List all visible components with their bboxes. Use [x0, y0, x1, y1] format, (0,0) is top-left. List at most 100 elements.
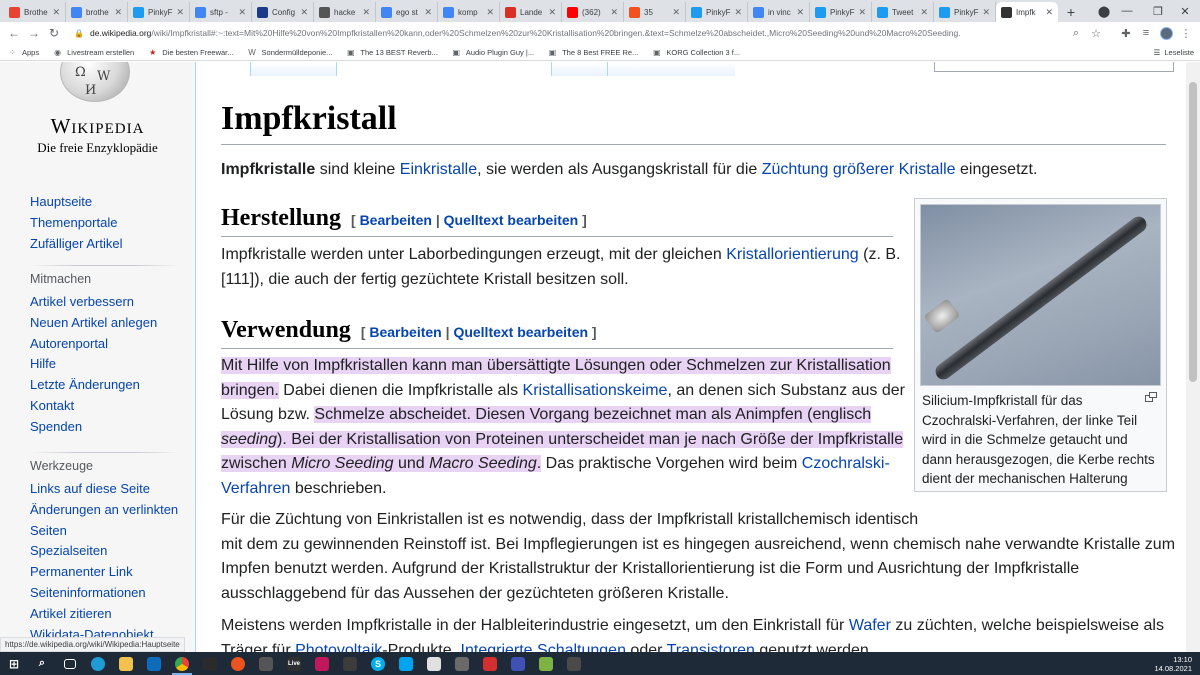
- taskbar-app-icon[interactable]: [336, 652, 364, 675]
- bookmark-item[interactable]: W Sondermülldeponie...: [248, 48, 332, 57]
- edit-source-link[interactable]: Quelltext bearbeiten: [444, 212, 579, 228]
- bookmark-item[interactable]: ▣ KORG Collection 3 f...: [652, 48, 740, 57]
- nav-werkzeuge-link[interactable]: Permanenter Link: [30, 562, 195, 583]
- tab-read[interactable]: [551, 62, 607, 76]
- tab-close-icon[interactable]: ✕: [486, 7, 494, 18]
- browser-tab[interactable]: Tweet ✕: [872, 2, 934, 22]
- taskbar-app-icon[interactable]: [420, 652, 448, 675]
- profile-avatar[interactable]: [1156, 24, 1176, 42]
- browser-tab[interactable]: Impfk ✕: [996, 2, 1058, 22]
- nav-werkzeuge-link[interactable]: Spezialseiten: [30, 541, 195, 562]
- browser-tab[interactable]: ego st ✕: [376, 2, 438, 22]
- nav-mitmachen-link[interactable]: Neuen Artikel anlegen: [30, 313, 157, 334]
- page-scrollbar[interactable]: [1186, 62, 1200, 652]
- edit-section-link[interactable]: Bearbeiten: [360, 212, 432, 228]
- browser-tab[interactable]: sftp - ✕: [190, 2, 252, 22]
- link-czochralski-verfahren[interactable]: Verfahren: [221, 480, 290, 497]
- taskbar-search-icon[interactable]: ⌕: [28, 652, 56, 675]
- taskbar-app-icon[interactable]: [504, 652, 532, 675]
- tab-close-icon[interactable]: ✕: [238, 7, 246, 18]
- taskbar-mail-icon[interactable]: [140, 652, 168, 675]
- taskbar-app-icon[interactable]: [252, 652, 280, 675]
- forward-button[interactable]: →: [24, 24, 44, 42]
- link-photovoltaik[interactable]: Photovoltaik: [295, 642, 382, 653]
- browser-tab[interactable]: PinkyF ✕: [810, 2, 872, 22]
- link-einkristalle[interactable]: Einkristalle: [400, 161, 477, 178]
- tab-close-icon[interactable]: ✕: [858, 7, 866, 18]
- taskbar-app-icon[interactable]: [392, 652, 420, 675]
- tab-close-icon[interactable]: ✕: [424, 7, 432, 18]
- taskbar-app-icon[interactable]: [448, 652, 476, 675]
- taskbar-app-icon[interactable]: Live: [280, 652, 308, 675]
- scrollbar-thumb[interactable]: [1189, 82, 1197, 382]
- browser-tab[interactable]: komp ✕: [438, 2, 500, 22]
- tab-close-icon[interactable]: ✕: [734, 7, 742, 18]
- browser-tab[interactable]: (362) ✕: [562, 2, 624, 22]
- nav-mitmachen-link[interactable]: Artikel verbessern: [30, 292, 157, 313]
- nav-werkzeuge-link[interactable]: Änderungen an verlinkten Seiten: [30, 500, 195, 542]
- browser-tab[interactable]: PinkyF ✕: [934, 2, 996, 22]
- silicon-seed-crystal-image[interactable]: [920, 204, 1161, 386]
- nav-mitmachen-link[interactable]: Hilfe: [30, 354, 157, 375]
- system-tray-clock[interactable]: 13:10 14.08.2021: [1154, 652, 1192, 675]
- reading-mode-icon[interactable]: ≡: [1136, 24, 1156, 42]
- minimize-window-button[interactable]: —: [1112, 2, 1142, 20]
- browser-tab[interactable]: hacke ✕: [314, 2, 376, 22]
- nav-mitmachen-link[interactable]: Autorenportal: [30, 334, 157, 355]
- nav-werkzeuge-link[interactable]: Artikel zitieren: [30, 604, 195, 625]
- wikipedia-logo[interactable]: Ω W И Wikipedia Die freie Enzyklopädie: [30, 62, 165, 162]
- url-input[interactable]: 🔒 de.wikipedia.org/wiki/Impfkristall#:~:…: [68, 24, 1066, 42]
- browser-tab[interactable]: PinkyF ✕: [128, 2, 190, 22]
- windows-start-button[interactable]: ⊞: [0, 652, 28, 675]
- link-transistoren[interactable]: Transistoren: [667, 642, 755, 653]
- nav-mitmachen-link[interactable]: Letzte Änderungen: [30, 375, 157, 396]
- tab-close-icon[interactable]: ✕: [114, 7, 122, 18]
- bookmark-item[interactable]: ★ Die besten Freewar...: [148, 48, 233, 57]
- close-window-button[interactable]: ✕: [1170, 2, 1200, 20]
- bookmark-item[interactable]: ▣ The 13 BEST Reverb...: [346, 48, 438, 57]
- bookmark-item[interactable]: ▣ Audio Plugin Guy |...: [452, 48, 535, 57]
- tab-close-icon[interactable]: ✕: [920, 7, 928, 18]
- browser-tab[interactable]: Config ✕: [252, 2, 314, 22]
- tab-close-icon[interactable]: ✕: [610, 7, 618, 18]
- tab-close-icon[interactable]: ✕: [300, 7, 308, 18]
- link-wafer[interactable]: Wafer: [849, 617, 891, 634]
- nav-werkzeuge-link[interactable]: Seiteninformationen: [30, 583, 195, 604]
- link-kristallisationskeime[interactable]: Kristallisationskeime: [523, 382, 668, 399]
- taskbar-app-icon[interactable]: [560, 652, 588, 675]
- link-czochralski-verfahren[interactable]: Czochralski-: [802, 455, 890, 472]
- browser-tab[interactable]: 35 ✕: [624, 2, 686, 22]
- maximize-window-button[interactable]: ❐: [1143, 2, 1173, 20]
- tab-close-icon[interactable]: ✕: [548, 7, 556, 18]
- taskbar-app-icon[interactable]: [532, 652, 560, 675]
- nav-link-themenportale[interactable]: Themenportale: [30, 213, 122, 234]
- tab-close-icon[interactable]: ✕: [52, 7, 60, 18]
- taskbar-edge-icon[interactable]: [84, 652, 112, 675]
- tab-article[interactable]: [250, 62, 336, 76]
- taskbar-task-view-icon[interactable]: [56, 652, 84, 675]
- reading-list-button[interactable]: ☰ Leseliste: [1154, 48, 1194, 57]
- taskbar-explorer-icon[interactable]: [112, 652, 140, 675]
- link-kristallorientierung[interactable]: Kristallorientierung: [726, 246, 859, 263]
- back-button[interactable]: ←: [4, 24, 24, 42]
- reload-button[interactable]: ↻: [44, 24, 64, 42]
- tab-close-icon[interactable]: ✕: [176, 7, 184, 18]
- bookmark-star-icon[interactable]: ☆: [1086, 24, 1106, 42]
- tab-close-icon[interactable]: ✕: [362, 7, 370, 18]
- taskbar-skype-icon[interactable]: S: [364, 652, 392, 675]
- zoom-search-icon[interactable]: ⌕: [1066, 24, 1086, 42]
- tab-close-icon[interactable]: ✕: [1045, 7, 1053, 18]
- taskbar-app-icon[interactable]: [476, 652, 504, 675]
- nav-mitmachen-link[interactable]: Kontakt: [30, 396, 157, 417]
- nav-werkzeuge-link[interactable]: Links auf diese Seite: [30, 479, 195, 500]
- bookmark-item[interactable]: ▣ The 8 Best FREE Re...: [548, 48, 639, 57]
- browser-tab[interactable]: PinkyF ✕: [686, 2, 748, 22]
- bookmark-item[interactable]: ⁘ Apps: [8, 48, 39, 57]
- link-zuechtung[interactable]: Züchtung größerer Kristalle: [762, 161, 956, 178]
- taskbar-ubuntu-icon[interactable]: [224, 652, 252, 675]
- nav-link-hauptseite[interactable]: Hauptseite: [30, 192, 122, 213]
- taskbar-app-icon[interactable]: [196, 652, 224, 675]
- link-integrierte-schaltungen[interactable]: Integrierte Schaltungen: [461, 642, 626, 653]
- tab-close-icon[interactable]: ✕: [796, 7, 804, 18]
- tab-close-icon[interactable]: ✕: [672, 7, 680, 18]
